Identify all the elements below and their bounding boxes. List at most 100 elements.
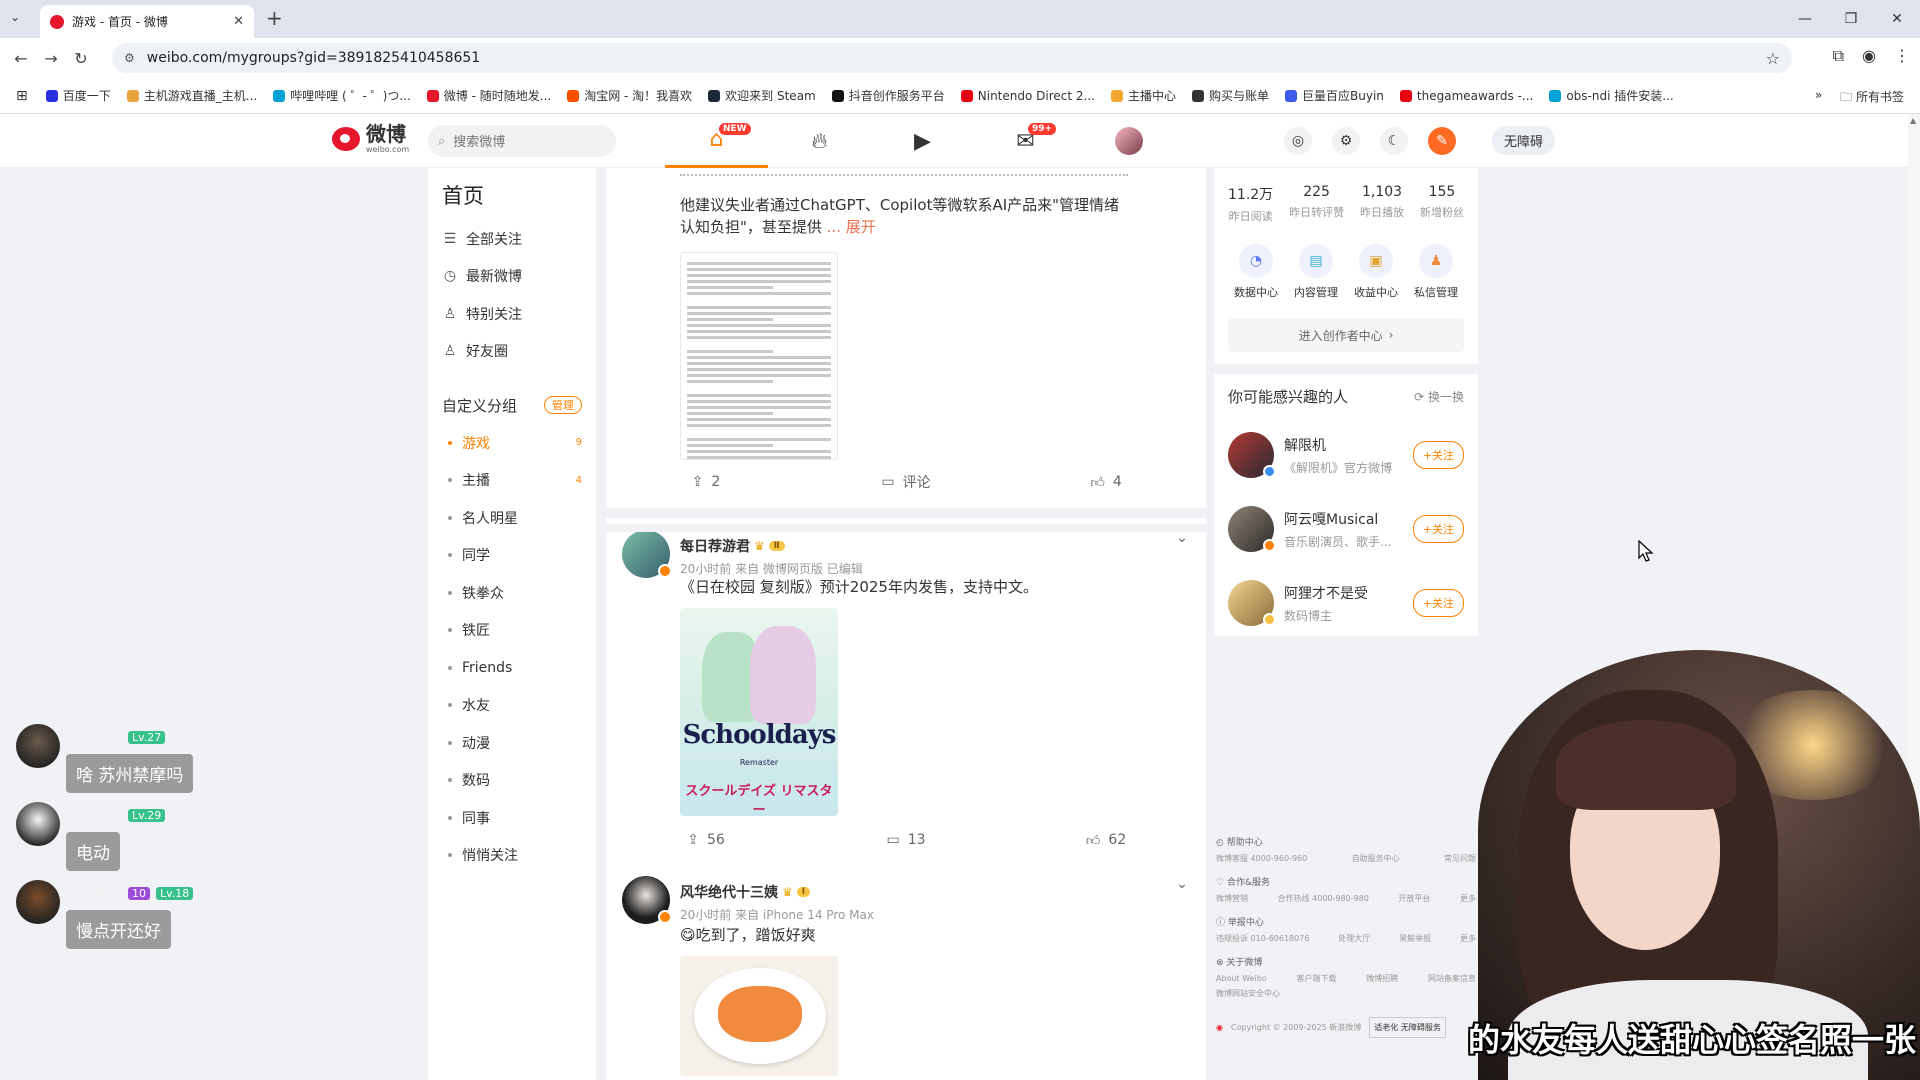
menu-icon[interactable]: ⋮ xyxy=(1894,46,1910,66)
post-menu-chevron-icon[interactable]: ⌄ xyxy=(1176,530,1188,546)
stat-item[interactable]: 155 新增粉丝 xyxy=(1420,184,1464,224)
author-avatar[interactable] xyxy=(622,876,672,924)
manage-groups-button[interactable]: 管理 xyxy=(544,396,582,414)
footer-link[interactable]: 自助服务中心 xyxy=(1352,851,1400,866)
footer-link[interactable]: 微博网站安全中心 xyxy=(1216,986,1280,1001)
repost-button[interactable]: ⇪ 2 xyxy=(606,474,806,490)
group-item[interactable]: 主播 4 xyxy=(442,462,582,500)
follow-button[interactable]: +关注 xyxy=(1412,515,1464,543)
nav-item[interactable]: ♙ 好友圈 xyxy=(442,333,582,371)
group-item[interactable]: 同学 xyxy=(442,537,582,575)
close-tab-icon[interactable]: ✕ xyxy=(233,14,244,29)
minimize-icon[interactable]: — xyxy=(1782,0,1828,38)
post-menu-chevron-icon[interactable]: ⌄ xyxy=(1176,876,1188,892)
post-image-schooldays[interactable]: Schooldays Remaster スクールデイズ リマスター xyxy=(680,608,838,816)
nav-profile[interactable] xyxy=(1077,114,1180,168)
stat-item[interactable]: 1,103 昨日播放 xyxy=(1360,184,1404,224)
group-item[interactable]: 悄悄关注 xyxy=(442,837,582,875)
game-controller-icon[interactable]: ◎ xyxy=(1284,126,1312,155)
footer-link[interactable]: 更多 xyxy=(1460,931,1476,946)
author-avatar[interactable] xyxy=(622,530,672,578)
group-item[interactable]: 同事 xyxy=(442,799,582,837)
forward-icon[interactable]: → xyxy=(36,49,66,68)
bookmark-item[interactable]: 百度一下 xyxy=(45,87,111,104)
close-window-icon[interactable]: ✕ xyxy=(1874,0,1920,38)
post-image-document[interactable] xyxy=(680,252,838,460)
like-button[interactable]: 👍︎ 4 xyxy=(1006,474,1206,491)
comment-button[interactable]: ▭ 评论 xyxy=(806,472,1006,492)
footer-link[interactable]: About Weibo xyxy=(1216,971,1267,986)
settings-icon[interactable]: ⚙ xyxy=(1332,126,1360,155)
reload-icon[interactable]: ↻ xyxy=(66,49,96,68)
weibo-logo[interactable]: 微博 weibo.com xyxy=(332,124,409,154)
browser-tab-active[interactable]: 游戏 - 首页 - 微博 ✕ xyxy=(40,5,254,38)
follow-button[interactable]: +关注 xyxy=(1412,589,1464,617)
bookmark-item[interactable]: obs-ndi 插件安装... xyxy=(1549,87,1674,104)
footer-link[interactable]: 合作热线 4000-980-980 xyxy=(1278,891,1369,906)
author-name[interactable]: 风华绝代十三姨 xyxy=(680,882,778,902)
url-field[interactable]: ⚙ weibo.com/mygroups?gid=389182541045865… xyxy=(112,43,1792,73)
footer-link[interactable]: 开放平台 xyxy=(1398,891,1430,906)
bookmark-item[interactable]: 巨量百应Buyin xyxy=(1285,87,1384,104)
bookmark-item[interactable]: 微博 - 随时随地发... xyxy=(426,87,551,104)
footer-link[interactable]: 处理大厅 xyxy=(1338,931,1370,946)
expand-link[interactable]: ... 展开 xyxy=(827,218,876,236)
person-name[interactable]: 阿狸才不是受 xyxy=(1284,583,1368,603)
bookmark-item[interactable]: 欢迎来到 Steam xyxy=(708,87,816,104)
nav-item[interactable]: ◷ 最新微博 xyxy=(442,258,582,296)
bookmark-item[interactable]: 淘宝网 - 淘！我喜欢 xyxy=(567,87,692,104)
nav-item[interactable]: ♙ 特别关注 xyxy=(442,295,582,333)
footer-link[interactable]: 更多 xyxy=(1460,891,1476,906)
bookmark-item[interactable]: 抖音创作服务平台 xyxy=(831,87,945,104)
footer-link[interactable]: 常见问题 xyxy=(1444,851,1476,866)
nav-video[interactable]: ▶ xyxy=(871,114,974,168)
footer-link[interactable]: 微博招聘 xyxy=(1366,971,1398,986)
new-tab-icon[interactable]: + xyxy=(266,6,283,30)
creator-tool[interactable]: ▣ 收益中心 xyxy=(1348,244,1404,300)
footer-link[interactable]: 网站备案信息 xyxy=(1428,971,1476,986)
compose-icon[interactable]: ✎ xyxy=(1428,126,1456,155)
stat-item[interactable]: 11.2万 昨日阅读 xyxy=(1228,184,1273,224)
group-item[interactable]: 铁匠 xyxy=(442,612,582,650)
extensions-icon[interactable]: ⧉ xyxy=(1833,46,1844,66)
bookmark-item[interactable]: Nintendo Direct 2... xyxy=(960,87,1095,104)
person-avatar[interactable] xyxy=(1228,506,1276,552)
group-item[interactable]: 水友 xyxy=(442,687,582,725)
like-button[interactable]: 👍︎ 62 xyxy=(1006,832,1206,849)
creator-tool[interactable]: ▤ 内容管理 xyxy=(1288,244,1344,300)
bookmark-item[interactable]: 主播中心 xyxy=(1110,87,1176,104)
creator-tool[interactable]: ♟ 私信管理 xyxy=(1408,244,1464,300)
person-avatar[interactable] xyxy=(1228,580,1276,626)
group-item[interactable]: 名人明星 xyxy=(442,499,582,537)
nav-home[interactable]: ⌂ NEW xyxy=(665,114,768,168)
back-icon[interactable]: ← xyxy=(6,49,36,68)
refresh-suggestions-button[interactable]: ⟳ 换一换 xyxy=(1414,388,1464,405)
scroll-up-icon[interactable]: ▲ xyxy=(1910,116,1916,125)
group-item[interactable]: 数码 xyxy=(442,762,582,800)
group-item[interactable]: 游戏 9 xyxy=(442,424,582,462)
follow-button[interactable]: +关注 xyxy=(1412,441,1464,469)
repost-button[interactable]: ⇪ 56 xyxy=(606,832,806,848)
group-item[interactable]: Friends xyxy=(442,649,582,687)
search-input[interactable] xyxy=(453,133,594,149)
person-name[interactable]: 阿云嘎Musical xyxy=(1284,509,1391,529)
comment-button[interactable]: ▭ 13 xyxy=(806,832,1006,848)
elder-friendly-badge[interactable]: 适老化 无障碍服务 xyxy=(1369,1017,1446,1038)
bookmark-item[interactable]: 哔哩哔哩 ( ゜- ゜)つ... xyxy=(273,87,411,104)
bookmark-item[interactable]: thegameawards -... xyxy=(1399,87,1533,104)
site-info-icon[interactable]: ⚙ xyxy=(124,51,135,65)
person-avatar[interactable] xyxy=(1228,432,1276,478)
person-name[interactable]: 解限机 xyxy=(1284,435,1392,455)
author-name[interactable]: 每日荐游君 xyxy=(680,536,750,556)
tab-list-icon[interactable]: ⌄ xyxy=(10,10,20,24)
creator-center-button[interactable]: 进入创作者中心 › xyxy=(1228,318,1464,352)
footer-link[interactable]: 微博客服 4000-960-960 xyxy=(1216,851,1307,866)
footer-link[interactable]: 违规投诉 010-60618076 xyxy=(1216,931,1309,946)
bookmark-item[interactable]: 购买与账单 xyxy=(1192,87,1269,104)
stat-item[interactable]: 225 昨日转评赞 xyxy=(1289,184,1344,224)
bookmark-star-icon[interactable]: ☆ xyxy=(1766,49,1780,68)
footer-link[interactable]: 客户端下载 xyxy=(1297,971,1337,986)
group-item[interactable]: 动漫 xyxy=(442,724,582,762)
bookmarks-more[interactable]: » xyxy=(1815,88,1822,109)
creator-tool[interactable]: ◔ 数据中心 xyxy=(1228,244,1284,300)
